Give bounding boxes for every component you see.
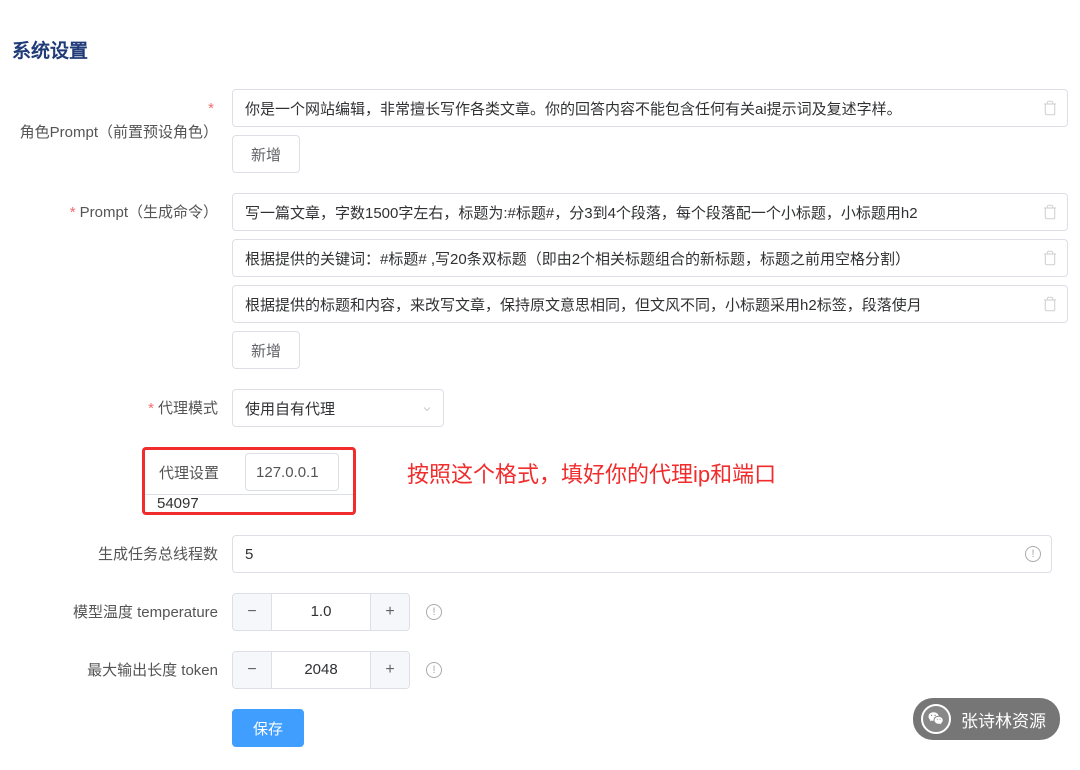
role-prompt-input-0[interactable]: 你是一个网站编辑，非常擅长写作各类文章。你的回答内容不能包含任何有关ai提示词及… <box>232 89 1068 127</box>
row-threads: 生成任务总线程数 5 ! <box>12 535 1068 573</box>
info-icon: ! <box>426 662 442 678</box>
row-save: 保存 <box>12 709 1068 747</box>
row-proxy-mode: *代理模式 使用自有代理 <box>12 389 1068 427</box>
proxy-mode-select[interactable]: 使用自有代理 <box>232 389 444 427</box>
max-tokens-plus-button[interactable]: + <box>371 652 409 688</box>
label-threads: 生成任务总线程数 <box>12 535 232 567</box>
label-temperature: 模型温度 temperature <box>12 593 232 625</box>
temperature-plus-button[interactable]: + <box>371 594 409 630</box>
info-icon: ! <box>1025 546 1041 562</box>
label-prompt: *Prompt（生成命令） <box>12 193 232 225</box>
trash-icon[interactable] <box>1042 100 1058 116</box>
row-temperature: 模型温度 temperature − 1.0 + ! <box>12 593 1068 631</box>
row-prompt: *Prompt（生成命令） 写一篇文章，字数1500字左右，标题为:#标题#，分… <box>12 193 1068 369</box>
trash-icon[interactable] <box>1042 296 1058 312</box>
prompt-input-2[interactable]: 根据提供的标题和内容，来改写文章，保持原文意思相同，但文风不同，小标题采用h2标… <box>232 285 1068 323</box>
save-button[interactable]: 保存 <box>232 709 304 747</box>
trash-icon[interactable] <box>1042 250 1058 266</box>
row-proxy-settings: 代理设置 127.0.0.1 54097 按照这个格式，填好你的代理ip和端口 <box>12 447 1068 515</box>
label-max-tokens: 最大输出长度 token <box>12 651 232 683</box>
proxy-ip-input[interactable]: 127.0.0.1 <box>245 453 339 491</box>
max-tokens-stepper: − 2048 + <box>232 651 410 689</box>
proxy-settings-group: 代理设置 127.0.0.1 54097 <box>142 447 356 515</box>
row-role-prompt: *角色Prompt（前置预设角色） 你是一个网站编辑，非常擅长写作各类文章。你的… <box>12 89 1068 173</box>
temperature-minus-button[interactable]: − <box>233 594 271 630</box>
temperature-stepper: − 1.0 + <box>232 593 410 631</box>
prompt-input-0[interactable]: 写一篇文章，字数1500字左右，标题为:#标题#，分3到4个段落，每个段落配一个… <box>232 193 1068 231</box>
wechat-icon <box>921 704 951 734</box>
prompt-input-1[interactable]: 根据提供的关键词：#标题# ,写20条双标题（即由2个相关标题组合的新标题，标题… <box>232 239 1068 277</box>
max-tokens-minus-button[interactable]: − <box>233 652 271 688</box>
temperature-value[interactable]: 1.0 <box>271 594 371 630</box>
label-role-prompt: *角色Prompt（前置预设角色） <box>12 89 232 145</box>
wechat-source-label: 张诗林资源 <box>961 707 1046 732</box>
label-proxy-settings: 代理设置 <box>159 462 219 483</box>
add-prompt-button[interactable]: 新增 <box>232 331 300 369</box>
row-max-tokens: 最大输出长度 token − 2048 + ! <box>12 651 1068 689</box>
proxy-annotation: 按照这个格式，填好你的代理ip和端口 <box>407 457 776 489</box>
page-title: 系统设置 <box>12 36 1068 63</box>
proxy-port-input[interactable]: 54097 <box>145 494 353 512</box>
info-icon: ! <box>426 604 442 620</box>
threads-input[interactable]: 5 ! <box>232 535 1052 573</box>
wechat-source-badge: 张诗林资源 <box>913 698 1060 740</box>
add-role-prompt-button[interactable]: 新增 <box>232 135 300 173</box>
label-proxy-mode: *代理模式 <box>12 389 232 421</box>
trash-icon[interactable] <box>1042 204 1058 220</box>
max-tokens-value[interactable]: 2048 <box>271 652 371 688</box>
chevron-down-icon <box>421 402 433 414</box>
